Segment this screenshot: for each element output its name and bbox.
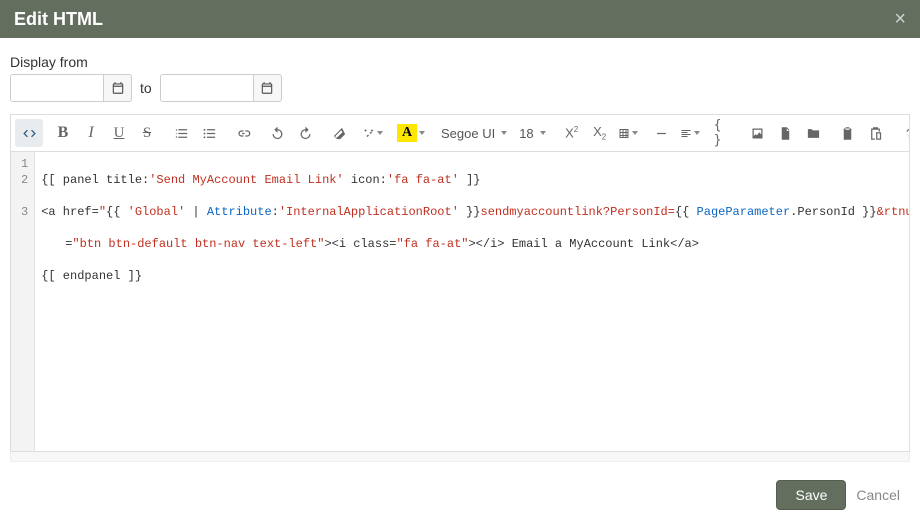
folder-icon [806, 126, 821, 141]
subscript-button[interactable]: X2 [586, 119, 614, 147]
chevron-down-icon [632, 131, 638, 135]
cancel-button[interactable]: Cancel [856, 487, 900, 503]
close-icon[interactable]: × [894, 9, 906, 29]
to-date-wrap [160, 74, 282, 102]
redo-button[interactable] [291, 119, 319, 147]
link-icon [236, 126, 251, 141]
toolbar: B I U S A [10, 114, 910, 152]
unordered-list-button[interactable] [195, 119, 223, 147]
display-from-label: Display from [10, 54, 910, 70]
unordered-list-icon [202, 126, 217, 141]
italic-button[interactable]: I [77, 119, 105, 147]
table-button[interactable] [614, 119, 642, 147]
underline-button[interactable]: U [105, 119, 133, 147]
code-editor[interactable]: 1 2 3 {[ panel title:'Send MyAccount Ema… [10, 152, 910, 452]
from-date-input[interactable] [10, 74, 104, 102]
align-button[interactable] [676, 119, 704, 147]
align-icon [680, 126, 692, 141]
image-button[interactable] [744, 119, 772, 147]
to-label: to [140, 80, 152, 96]
modal-header: Edit HTML × [0, 0, 920, 38]
from-date-wrap [10, 74, 132, 102]
from-date-picker-button[interactable] [104, 74, 132, 102]
chevron-down-icon [377, 131, 383, 135]
magic-wand-icon [363, 126, 375, 141]
chevron-down-icon [694, 131, 700, 135]
code-view-button[interactable] [15, 119, 43, 147]
font-color-button[interactable]: A [393, 119, 429, 147]
file-button[interactable] [772, 119, 800, 147]
font-family-select[interactable]: Segoe UI [435, 119, 513, 147]
clipboard-icon [840, 126, 855, 141]
line-gutter: 1 2 3 [11, 152, 35, 451]
calendar-icon [260, 81, 274, 95]
line-number: 1 [21, 156, 28, 172]
modal-title: Edit HTML [14, 9, 103, 30]
undo-icon [270, 126, 285, 141]
braces-button[interactable]: { } [710, 119, 738, 147]
chevron-down-icon [540, 131, 546, 135]
to-date-input[interactable] [160, 74, 254, 102]
folder-button[interactable] [800, 119, 828, 147]
hr-button[interactable] [648, 119, 676, 147]
help-button[interactable]: ? [896, 119, 910, 147]
link-button[interactable] [229, 119, 257, 147]
strikethrough-button[interactable]: S [133, 119, 161, 147]
superscript-button[interactable]: X2 [558, 119, 586, 147]
clear-format-button[interactable] [325, 119, 353, 147]
ordered-list-button[interactable] [167, 119, 195, 147]
code-content[interactable]: {[ panel title:'Send MyAccount Email Lin… [35, 152, 909, 451]
eraser-icon [332, 126, 347, 141]
line-number [21, 188, 28, 204]
editor: B I U S A [0, 114, 920, 452]
paste-button[interactable] [862, 119, 890, 147]
clipboard-button[interactable] [834, 119, 862, 147]
to-date-picker-button[interactable] [254, 74, 282, 102]
date-range: to [10, 74, 910, 102]
paste-icon [868, 126, 883, 141]
redo-icon [298, 126, 313, 141]
bold-button[interactable]: B [49, 119, 77, 147]
line-number: 2 [21, 172, 28, 188]
magic-button[interactable] [359, 119, 387, 147]
calendar-icon [111, 81, 125, 95]
font-size-value: 18 [519, 126, 533, 141]
line-number: 3 [21, 204, 28, 220]
minus-icon [654, 126, 669, 141]
code-icon [22, 126, 37, 141]
modal-footer: Save Cancel [0, 462, 920, 522]
editor-footer-strip [10, 452, 910, 462]
table-icon [618, 126, 630, 141]
save-button[interactable]: Save [776, 480, 846, 510]
font-family-value: Segoe UI [441, 126, 495, 141]
chevron-down-icon [419, 131, 425, 135]
chevron-down-icon [501, 131, 507, 135]
font-color-swatch: A [397, 124, 417, 142]
image-icon [750, 126, 765, 141]
ordered-list-icon [174, 126, 189, 141]
undo-button[interactable] [263, 119, 291, 147]
file-icon [778, 126, 793, 141]
font-size-select[interactable]: 18 [513, 119, 551, 147]
display-from-row: Display from to [0, 38, 920, 114]
